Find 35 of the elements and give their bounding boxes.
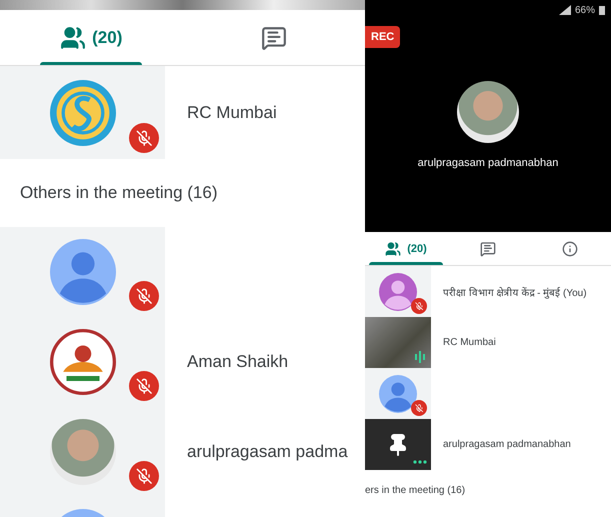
- participant-name: arulpragasam padmanabhan: [443, 439, 571, 450]
- participant-name: RC Mumbai: [443, 337, 496, 348]
- battery-icon: [599, 5, 605, 15]
- info-icon: [562, 240, 578, 256]
- section-heading: ers in the meeting (16): [365, 484, 466, 496]
- tab[interactable]: (20): [365, 232, 447, 265]
- participant-name: RC Mumbai: [187, 102, 277, 122]
- speaker-name: arulpragasam padmanabhan: [418, 157, 558, 169]
- user-avatar-icon: [379, 374, 417, 412]
- participant-count: (20): [407, 242, 427, 254]
- tab[interactable]: (20): [0, 10, 182, 65]
- mic-off-icon: [129, 461, 159, 491]
- people-icon: [60, 24, 86, 50]
- battery-percentage: 66%: [574, 4, 595, 16]
- more-icon: [413, 460, 427, 464]
- participant-name: परीक्षा विभाग क्षेत्रीय केंद्र - मुंबई (You): [443, 286, 587, 298]
- participant-name: Aman Shaikh: [187, 352, 288, 372]
- logo-icon: [50, 80, 116, 146]
- mic-off-icon: [129, 123, 159, 153]
- mic-off-icon: [411, 400, 427, 416]
- emblem-icon: [50, 329, 116, 395]
- mic-off-icon: [129, 371, 159, 401]
- recording-badge: REC: [365, 26, 400, 48]
- people-icon: [385, 240, 402, 256]
- chat-icon: [480, 240, 496, 256]
- participant-name: arulpragasam padma: [187, 442, 348, 462]
- mic-off-icon: [129, 281, 159, 311]
- signal-icon: [558, 5, 571, 15]
- participant-count: (20): [92, 28, 122, 48]
- mic-off-icon: [411, 298, 427, 314]
- chat-icon: [260, 24, 287, 50]
- user-avatar-icon: [50, 239, 116, 305]
- user-avatar-icon: [379, 272, 417, 310]
- section-heading: Others in the meeting (16): [20, 183, 218, 203]
- audio-level-icon: [415, 351, 427, 363]
